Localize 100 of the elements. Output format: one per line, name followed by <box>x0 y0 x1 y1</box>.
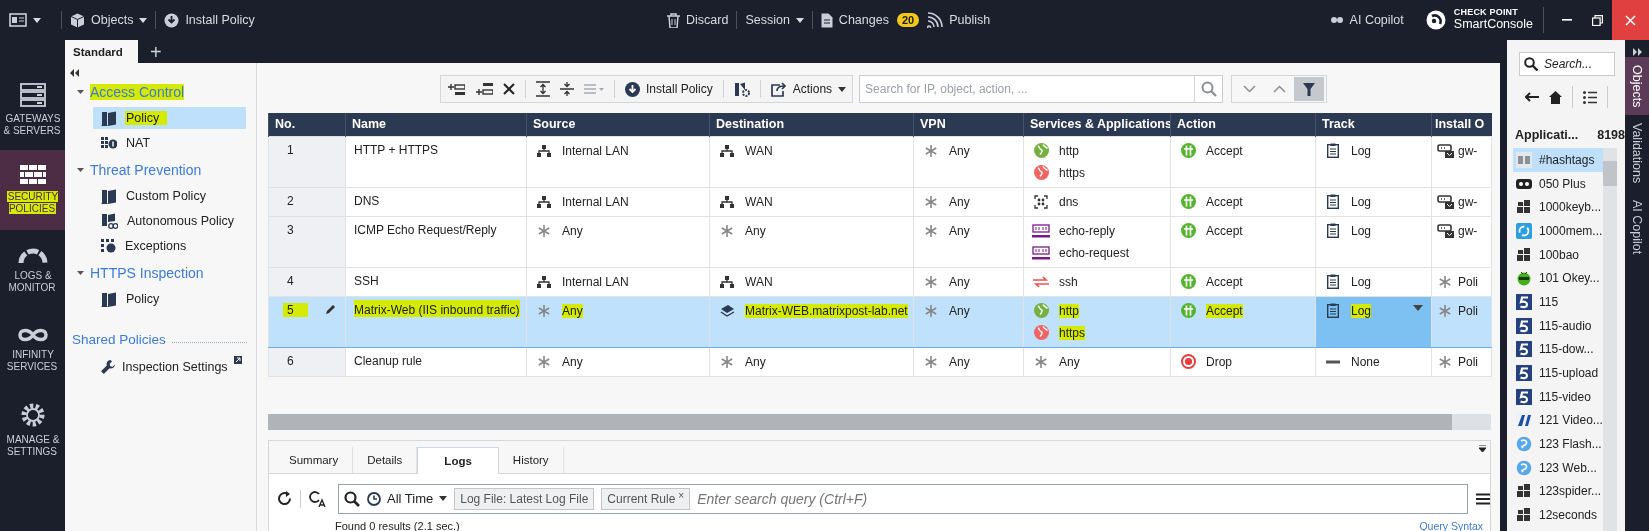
menu-icon[interactable] <box>1476 492 1490 505</box>
rule-row[interactable]: 3 ICMP Echo Request/Reply Any Any Any echo-reply echo-request Accept Log gw- <box>268 216 1492 267</box>
rule-row[interactable]: 1 HTTP + HTTPS Internal LAN WAN Any http https Accept Log gw- <box>268 136 1492 187</box>
tree-item[interactable]: Custom Policy <box>93 185 246 207</box>
delete-icon[interactable] <box>503 83 515 95</box>
ai-copilot-button[interactable]: AI Copilot <box>1329 13 1404 27</box>
details-tab[interactable]: Logs <box>417 446 499 474</box>
filter-chip[interactable]: Current Rule × <box>601 487 691 510</box>
session-menu[interactable]: Session <box>745 13 804 27</box>
object-item[interactable]: 123 Web... <box>1513 455 1603 480</box>
vertical-scrollbar[interactable] <box>1603 148 1617 531</box>
next-icon[interactable] <box>1242 85 1256 93</box>
search-input[interactable]: Search... <box>1544 57 1608 71</box>
dropdown-caret-icon[interactable] <box>1413 304 1423 311</box>
object-item[interactable]: 121 Video... <box>1513 408 1603 433</box>
log-search-bar[interactable]: All Time Log File: Latest Log File Current Rule × Enter search query (Ctrl+F) <box>338 483 1468 514</box>
back-icon[interactable] <box>1525 92 1539 102</box>
filter-icon[interactable] <box>1303 82 1316 96</box>
object-item[interactable]: 115-dow... <box>1513 337 1603 362</box>
horizontal-scrollbar[interactable] <box>268 413 1491 430</box>
policy-tab[interactable]: Standard <box>65 40 138 63</box>
object-item[interactable]: 101 Okey... <box>1513 266 1603 291</box>
object-item[interactable]: 123spider... <box>1513 479 1603 504</box>
policy-settings-icon[interactable] <box>733 81 750 97</box>
filter-chip[interactable]: Log File: Latest Log File <box>454 487 595 510</box>
refresh-icon[interactable] <box>277 491 292 506</box>
case-search-icon[interactable] <box>309 490 326 507</box>
object-item[interactable]: 100bao <box>1513 242 1603 267</box>
rule-row[interactable]: 4 SSH Internal LAN WAN Any ssh Accept Log Poli <box>268 267 1492 296</box>
side-tab[interactable]: AI Copilot <box>1625 191 1649 262</box>
side-tab[interactable]: Validations <box>1625 115 1649 192</box>
rule-row[interactable]: 6 Cleanup rule Any Any Any Any Drop None Poli <box>268 347 1492 376</box>
object-item[interactable]: 050 Plus <box>1513 171 1603 196</box>
expand-rows-icon[interactable] <box>536 81 550 97</box>
object-item[interactable]: 1000mem... <box>1513 219 1603 243</box>
column-header[interactable]: Action <box>1170 113 1316 136</box>
vpn-value: Any <box>949 354 970 369</box>
details-tab[interactable]: History <box>498 446 564 473</box>
app-menu-button[interactable] <box>9 13 41 27</box>
objects-menu[interactable]: Objects <box>70 12 148 28</box>
object-item[interactable]: 115-audio <box>1513 313 1603 338</box>
tree-section[interactable]: HTTPS Inspection <box>70 260 204 286</box>
rule-row[interactable]: 5 Matrix-Web (IIS inbound traffic) Any Matrix-WEB.matrixpost-lab.net Any http https Accept Log Poli <box>268 296 1492 347</box>
side-tab[interactable]: Objects <box>1625 57 1649 116</box>
log-search-input[interactable]: Enter search query (Ctrl+F) <box>697 490 1462 507</box>
publish-button[interactable]: Publish <box>927 12 991 28</box>
nav-item[interactable]: MANAGE & SETTINGS <box>0 390 65 470</box>
add-tab-button[interactable]: + <box>140 40 172 63</box>
install-policy-button[interactable]: Install Policy <box>625 81 713 97</box>
column-header[interactable]: Destination <box>709 113 914 136</box>
nav-item[interactable]: INFINITY SERVICES <box>0 310 65 390</box>
object-item[interactable]: 1000keyb... <box>1513 195 1603 220</box>
tree-item[interactable]: Policy <box>93 107 246 129</box>
tree-item[interactable]: Inspection Settings <box>100 359 228 375</box>
column-header[interactable]: No. <box>268 113 346 136</box>
tree-item[interactable]: NAT <box>93 132 246 154</box>
collapse-rows-icon[interactable] <box>560 81 574 97</box>
list-icon[interactable] <box>1583 90 1597 104</box>
rule-search-field[interactable]: Search for IP, object, action, ... <box>859 75 1224 103</box>
search-icon[interactable] <box>1200 81 1217 97</box>
action-value: Accept <box>1206 194 1243 209</box>
service-name: http <box>1059 143 1079 158</box>
changes-button[interactable]: Changes <box>820 12 889 28</box>
add-rule-below-icon[interactable] <box>475 82 493 96</box>
actions-menu[interactable]: Actions <box>770 81 847 97</box>
home-icon[interactable] <box>1549 90 1562 104</box>
collapse-panel-icon[interactable] <box>70 69 79 77</box>
object-search-field[interactable]: Search... <box>1519 52 1615 76</box>
track-value: Log <box>1351 303 1372 318</box>
object-item[interactable]: #hashtags <box>1513 148 1603 172</box>
query-syntax-link[interactable]: Query Syntax <box>1419 519 1483 531</box>
object-item[interactable]: 115-video <box>1513 384 1603 409</box>
object-item[interactable]: 12seconds <box>1513 503 1603 527</box>
tree-section[interactable]: Threat Prevention <box>70 157 202 183</box>
details-tab[interactable]: Summary <box>275 446 354 473</box>
column-header[interactable]: VPN <box>913 113 1024 136</box>
install-policy-button[interactable]: Install Policy <box>164 12 255 28</box>
object-item[interactable]: 115 <box>1513 290 1603 314</box>
changes-count-badge: 20 <box>896 13 920 27</box>
time-filter-dropdown[interactable]: All Time <box>367 491 448 506</box>
nav-item[interactable]: SECURITY POLICIES <box>0 150 65 230</box>
nav-item[interactable]: GATEWAYS & SERVERS <box>0 70 65 150</box>
object-item[interactable]: 123 Flash... <box>1513 432 1603 456</box>
column-header[interactable]: Track <box>1315 113 1432 136</box>
discard-button[interactable]: Discard <box>667 12 729 28</box>
search-input[interactable]: Search for IP, object, action, ... <box>860 82 1195 96</box>
nav-item[interactable]: LOGS & MONITOR <box>0 230 65 310</box>
add-rule-above-icon[interactable] <box>447 82 465 96</box>
column-header[interactable]: Source <box>526 113 710 136</box>
tree-item[interactable]: Policy <box>93 288 246 310</box>
results-text: Found 0 results (2.1 sec.) <box>335 519 460 531</box>
column-header[interactable]: Install O <box>1431 113 1492 136</box>
column-header[interactable]: Name <box>345 113 527 136</box>
collapse-icon[interactable] <box>1479 444 1486 453</box>
rule-row[interactable]: 2 DNS Internal LAN WAN Any dns Accept Log gw- <box>268 187 1492 216</box>
object-item[interactable]: 115-upload <box>1513 361 1603 385</box>
tree-item[interactable]: Autonomous Policy <box>93 210 246 232</box>
vpn-value: Any <box>949 274 970 289</box>
previous-icon[interactable] <box>1272 85 1286 93</box>
tree-item[interactable]: Exceptions <box>93 235 246 257</box>
